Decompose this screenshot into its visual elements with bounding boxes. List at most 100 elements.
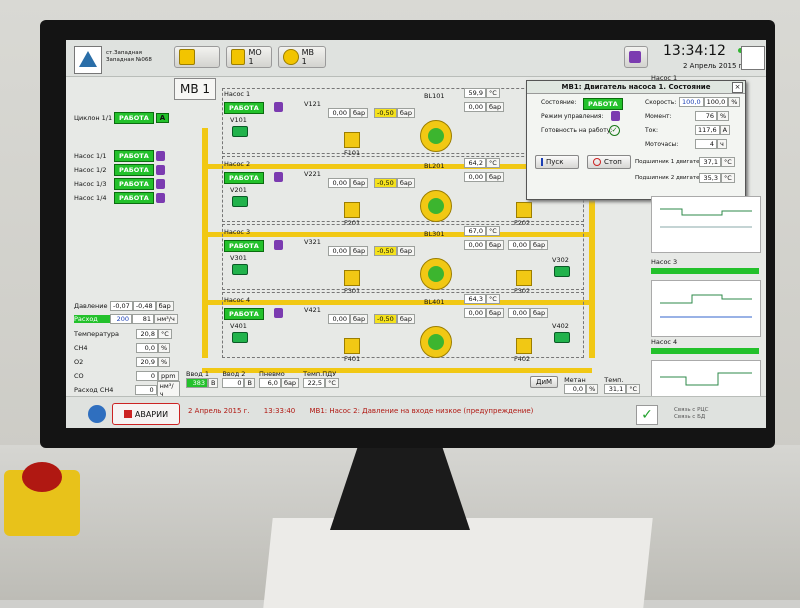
trend-title-1: Насос 1 [651, 74, 678, 82]
org-line-1: ст.Западная [106, 50, 142, 56]
pump-status[interactable]: РАБОТА [224, 240, 264, 252]
valve-label: V121 [304, 100, 321, 108]
pump-name: Насос 4 [224, 296, 251, 304]
pump-status[interactable]: РАБОТА [114, 178, 154, 190]
valve-label: V321 [304, 238, 321, 246]
pressure-readout: 0,00 бар [464, 308, 505, 318]
lock-icon [155, 165, 165, 175]
pnevmo-label: Пневмо [258, 370, 285, 378]
nav-button-1[interactable] [174, 46, 220, 68]
valve-icon[interactable] [232, 332, 248, 343]
clock-time: 13:34:12 [663, 43, 726, 59]
trend-title-3: Насос 3 [651, 258, 678, 266]
pressure-warning: -0,50 бар [374, 178, 415, 188]
vvod1-label: Ввод 1 [186, 370, 209, 378]
hmi-screen: ст.Западная Западная №068 МО 1 МВ 1 13:3… [66, 40, 766, 428]
pump-name: Насос 3 [224, 228, 251, 236]
filter-icon [231, 49, 246, 65]
right-trend-panel: Насос 1 Насос 3 Насос 4 [649, 74, 762, 417]
valve-icon[interactable] [554, 266, 570, 277]
ready-label: Готовность на работу: [541, 127, 613, 134]
acknowledge-button[interactable]: ✓ [636, 405, 658, 425]
pump-name: Насос 2 [224, 160, 251, 168]
vvod2-label: Ввод 2 [222, 370, 246, 378]
valve-label: V401 [230, 322, 247, 330]
lock-icon [274, 172, 283, 182]
lock-icon[interactable] [611, 111, 620, 121]
pressure-readout: 0,00 бар [328, 314, 369, 324]
power-status-group: Ввод 1 383 В Ввод 20В Пневмо 6,0 бар Темп.ПД… [186, 370, 339, 388]
nav-mv1-label: МВ 1 [301, 48, 314, 66]
trend-status-bar [651, 268, 759, 274]
cyclone-mode-badge[interactable]: А [155, 113, 170, 123]
pressure-warning: -0,50 бар [374, 108, 415, 118]
alarm-time: 13:33:40 [263, 407, 296, 415]
alarm-icon [123, 410, 132, 418]
stop-button[interactable]: Стоп [587, 155, 631, 169]
cyclone-status[interactable]: РАБОТА [114, 112, 154, 124]
stop-icon [593, 158, 601, 166]
filter-icon[interactable] [516, 202, 532, 218]
filter-icon[interactable] [516, 338, 532, 354]
link-status-db: Связь с БД [674, 414, 706, 420]
filter-icon[interactable] [516, 270, 532, 286]
valve-icon[interactable] [232, 126, 248, 137]
pump-status[interactable]: РАБОТА [114, 164, 154, 176]
valve-icon[interactable] [554, 332, 570, 343]
pump-status[interactable]: РАБОТА [114, 150, 154, 162]
trend-chart-3 [651, 280, 761, 337]
filter-icon[interactable] [344, 338, 360, 354]
mode-label: Режим управления: [541, 113, 604, 120]
blower-label: BL301 [424, 230, 445, 238]
pump-status[interactable]: РАБОТА [224, 102, 264, 114]
valve-icon[interactable] [232, 264, 248, 275]
start-button[interactable]: Пуск [535, 155, 579, 169]
blower-icon[interactable] [420, 326, 452, 358]
tools-icon [629, 51, 641, 63]
valve-label: V301 [230, 254, 247, 262]
pressure-readout: 0,00 бар [508, 308, 549, 318]
valve-icon [179, 49, 195, 65]
trend-title-4: Насос 4 [651, 338, 678, 346]
pressure-warning: -0,50 бар [374, 246, 415, 256]
param-row: Расход CH4 0 нм³/ч [74, 381, 180, 399]
temp-pdu-label: Темп.ПДУ [303, 370, 337, 378]
windows-start-icon[interactable] [88, 405, 106, 423]
temp-readout: 64,2 °C [464, 158, 500, 168]
nav-button-mv1[interactable]: МВ 1 [278, 46, 326, 68]
valve-label: V201 [230, 186, 247, 194]
pressure-readout: 0,00 бар [508, 240, 549, 250]
metan-label: Метан [564, 376, 586, 384]
page-title: МВ 1 [174, 78, 216, 100]
blower-icon[interactable] [420, 190, 452, 222]
tools-button[interactable] [624, 46, 648, 68]
link-status-rcs: Связь с РЦС [674, 407, 709, 413]
pump-status[interactable]: РАБОТА [114, 192, 154, 204]
clock-date: 2 Апрель 2015 г. [683, 62, 745, 70]
org-line-2: Западная №068 [106, 57, 152, 63]
blower-icon[interactable] [420, 258, 452, 290]
filter-icon[interactable] [344, 132, 360, 148]
alarm-date: 2 Апрель 2015 г. [188, 407, 250, 415]
pressure-readout: 0,00 бар [328, 178, 369, 188]
pump-status[interactable]: РАБОТА [224, 172, 264, 184]
left-panel: Циклон 1/1 РАБОТА А Насос 1/1 РАБОТА Насо… [74, 102, 180, 399]
pipe-main-left [202, 128, 208, 358]
fan-icon [283, 49, 299, 65]
nav-button-mo1[interactable]: МО 1 [226, 46, 272, 68]
blower-label: BL201 [424, 162, 445, 170]
temp-readout: 59,9 °C [464, 88, 500, 98]
filter-icon[interactable] [344, 270, 360, 286]
valve-icon[interactable] [232, 196, 248, 207]
paper-sheet [263, 518, 653, 608]
top-bar: ст.Западная Западная №068 МО 1 МВ 1 13:3… [66, 40, 766, 77]
alarm-message-row[interactable]: 2 Апрель 2015 г. 13:33:40 МВ1: Насос 2: … [188, 407, 533, 415]
blower-icon[interactable] [420, 120, 452, 152]
param-row: Давление -0,07 -0,48 бар [74, 300, 174, 312]
param-row: O2 20,9% [74, 356, 171, 368]
filter-icon[interactable] [344, 202, 360, 218]
param-row: Расход 200 81 нм³/ч [74, 313, 178, 325]
pump-status[interactable]: РАБОТА [224, 308, 264, 320]
dim-button[interactable]: ДиМ [530, 376, 559, 388]
alarms-button[interactable]: АВАРИИ [112, 403, 180, 425]
